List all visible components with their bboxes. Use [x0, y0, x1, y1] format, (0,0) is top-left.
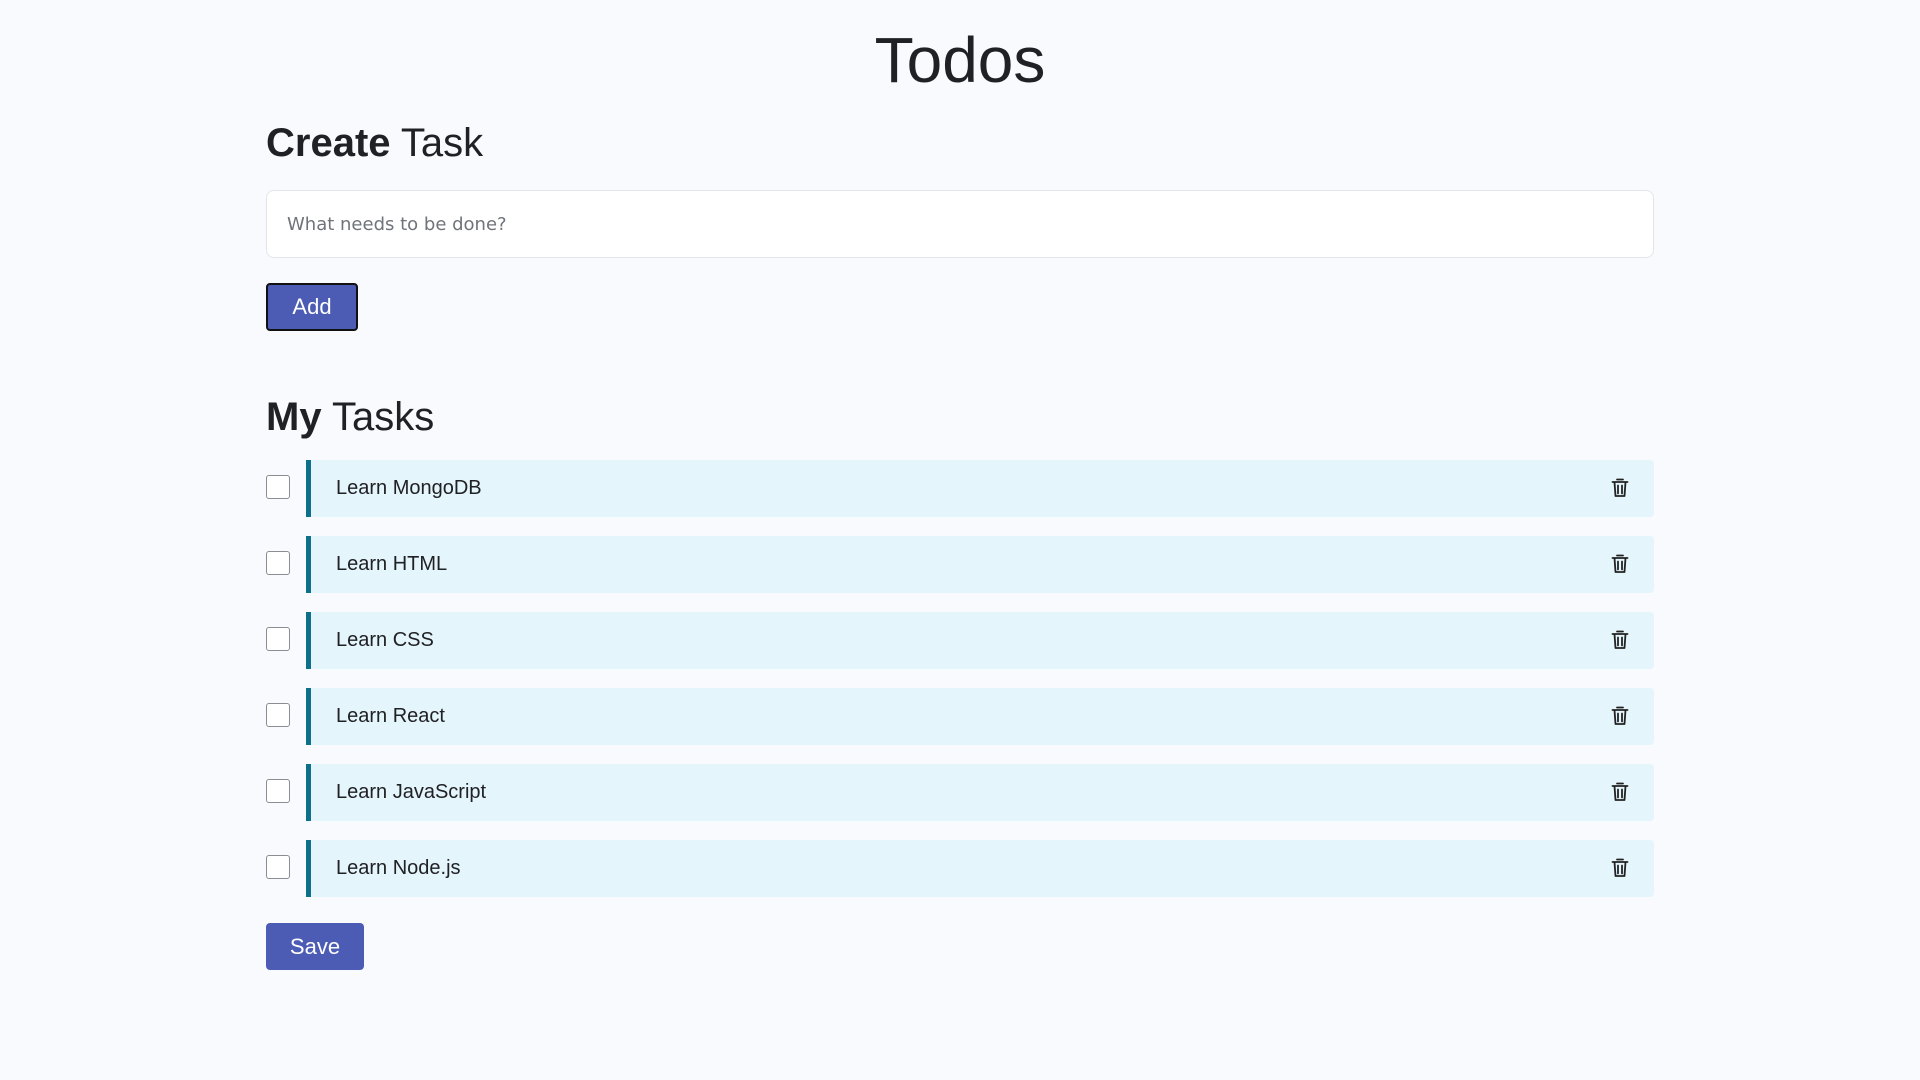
task-label: Learn JavaScript [336, 781, 487, 803]
task-item: Learn React [266, 688, 1654, 745]
save-button[interactable]: Save [266, 923, 364, 970]
new-task-input[interactable] [266, 190, 1654, 258]
task-card: Learn MongoDB [306, 460, 1654, 517]
trash-icon[interactable] [1608, 476, 1632, 500]
task-checkbox[interactable] [266, 703, 290, 727]
task-checkbox[interactable] [266, 855, 290, 879]
create-task-heading-bold: Create [266, 121, 391, 165]
create-task-heading-rest: Task [400, 121, 484, 165]
my-tasks-heading: My Tasks [266, 393, 434, 441]
trash-icon[interactable] [1608, 856, 1632, 880]
my-tasks-heading-bold: My [266, 395, 322, 439]
task-label: Learn CSS [336, 629, 434, 651]
task-checkbox[interactable] [266, 475, 290, 499]
create-task-heading: Create Task [266, 119, 483, 167]
trash-icon[interactable] [1608, 704, 1632, 728]
task-item: Learn Node.js [266, 840, 1654, 897]
task-label: Learn React [336, 705, 445, 727]
task-card: Learn CSS [306, 612, 1654, 669]
task-card: Learn JavaScript [306, 764, 1654, 821]
task-item: Learn HTML [266, 536, 1654, 593]
task-item: Learn CSS [266, 612, 1654, 669]
add-button[interactable]: Add [266, 283, 358, 331]
task-checkbox[interactable] [266, 627, 290, 651]
task-checkbox[interactable] [266, 551, 290, 575]
task-list: Learn MongoDB Learn HTML Learn CSS Learn… [266, 460, 1654, 916]
task-card: Learn HTML [306, 536, 1654, 593]
trash-icon[interactable] [1608, 552, 1632, 576]
task-checkbox[interactable] [266, 779, 290, 803]
trash-icon[interactable] [1608, 780, 1632, 804]
page-title: Todos [874, 24, 1046, 96]
task-label: Learn Node.js [336, 857, 461, 879]
task-label: Learn HTML [336, 553, 448, 575]
my-tasks-heading-rest: Tasks [331, 395, 435, 439]
task-item: Learn MongoDB [266, 460, 1654, 517]
task-card: Learn Node.js [306, 840, 1654, 897]
trash-icon[interactable] [1608, 628, 1632, 652]
task-item: Learn JavaScript [266, 764, 1654, 821]
task-card: Learn React [306, 688, 1654, 745]
task-label: Learn MongoDB [336, 477, 482, 499]
